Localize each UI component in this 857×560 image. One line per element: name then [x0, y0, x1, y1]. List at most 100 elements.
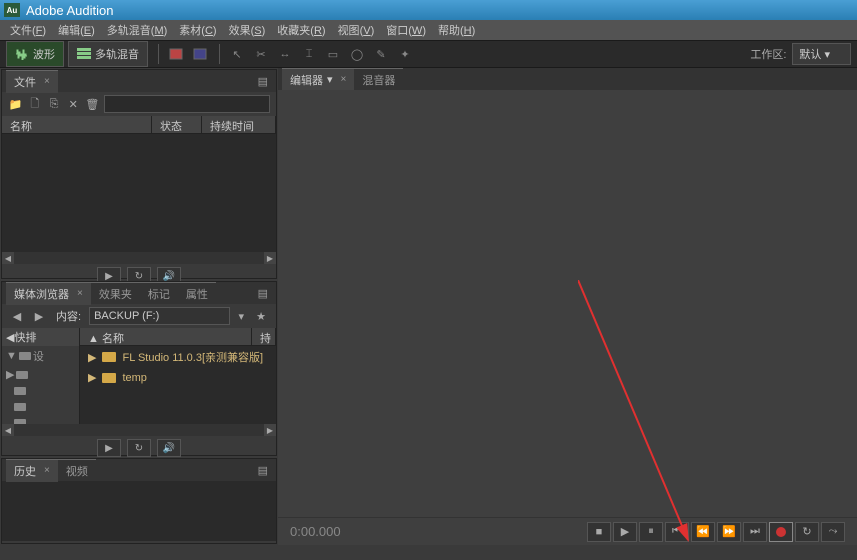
- tree-drive-item[interactable]: ▼ 设: [2, 346, 79, 366]
- menu-favorites[interactable]: 收藏夹(R): [271, 20, 331, 40]
- media-browser-panel: 媒体浏览器× 效果夹 标记 属性 ▤ ◀ ▶ 内容: BACKUP (F:) ▾…: [1, 281, 277, 456]
- pause-button[interactable]: ⏸: [639, 522, 663, 542]
- files-panel: 文件× ▤ 📁 🗋 ⎘ ✕ 🗑 🔍 名称 状态 持续时间: [1, 69, 277, 279]
- close-tab-icon[interactable]: ×: [44, 465, 50, 476]
- favorite-icon[interactable]: ★: [252, 307, 270, 325]
- files-hscroll[interactable]: ◀ ▶: [2, 252, 276, 264]
- waveform-icon: [15, 48, 29, 60]
- tool-marquee[interactable]: ▭: [322, 44, 344, 64]
- record-icon: [776, 527, 786, 537]
- loop-button[interactable]: ↻: [795, 522, 819, 542]
- tool-spectral-freq[interactable]: [165, 44, 187, 64]
- files-tab[interactable]: 文件×: [6, 70, 58, 93]
- tool-time-select[interactable]: ⌶: [298, 44, 320, 64]
- list-item[interactable]: ▶ temp: [80, 368, 276, 387]
- open-file-icon[interactable]: 📁: [8, 95, 23, 113]
- multitrack-icon: [77, 48, 91, 60]
- list-item[interactable]: ▶ FL Studio 11.0.3[亲测兼容版]: [80, 346, 276, 368]
- col-hold[interactable]: 持: [252, 328, 276, 345]
- tool-spectral-pitch[interactable]: [189, 44, 211, 64]
- scroll-right-icon[interactable]: ▶: [264, 424, 276, 436]
- tool-brush[interactable]: ✎: [370, 44, 392, 64]
- panel-menu-icon[interactable]: ▤: [254, 464, 272, 477]
- menu-clip[interactable]: 素材(C): [173, 20, 222, 40]
- files-search-input[interactable]: [104, 95, 270, 113]
- content-label: 内容:: [52, 308, 85, 324]
- timecode-display[interactable]: 0:00.000: [290, 524, 341, 539]
- media-browser-tab[interactable]: 媒体浏览器×: [6, 282, 91, 305]
- multitrack-view-button[interactable]: 多轨混音: [68, 41, 148, 67]
- window-titlebar: Au Adobe Audition: [0, 0, 857, 20]
- transport-bar: 0:00.000 ■ ▶ ⏸ ⏮ ⏪ ⏩ ⏭ ↻ ⤳: [278, 517, 857, 545]
- tool-lasso[interactable]: ◯: [346, 44, 368, 64]
- col-name[interactable]: ▲ 名称: [80, 328, 252, 345]
- workspace-label: 工作区:: [750, 46, 786, 62]
- autoplay-button[interactable]: 🔊: [157, 439, 181, 457]
- close-tab-icon[interactable]: ×: [341, 74, 347, 85]
- tree-drive-item[interactable]: [2, 415, 79, 424]
- effects-rack-tab[interactable]: 效果夹: [91, 282, 140, 305]
- close-tab-icon[interactable]: ×: [77, 288, 83, 299]
- skip-selection-button[interactable]: ⤳: [821, 522, 845, 542]
- files-list[interactable]: [2, 134, 276, 252]
- browser-hscroll[interactable]: ◀ ▶: [2, 424, 276, 436]
- stop-button[interactable]: ■: [587, 522, 611, 542]
- go-start-button[interactable]: ⏮: [665, 522, 689, 542]
- video-tab[interactable]: 视频: [58, 459, 96, 482]
- col-duration[interactable]: 持续时间: [202, 116, 276, 133]
- record-button[interactable]: [769, 522, 793, 542]
- play-button[interactable]: ▶: [613, 522, 637, 542]
- menu-file[interactable]: 文件(F): [4, 20, 52, 40]
- rewind-button[interactable]: ⏪: [691, 522, 715, 542]
- trash-icon[interactable]: 🗑: [85, 95, 100, 113]
- tool-spot-heal[interactable]: ✦: [394, 44, 416, 64]
- toolbar-separator: [158, 44, 159, 64]
- properties-tab[interactable]: 属性: [178, 282, 216, 305]
- col-status[interactable]: 状态: [152, 116, 202, 133]
- back-icon[interactable]: ◀: [8, 307, 26, 325]
- browser-file-list[interactable]: ▶ FL Studio 11.0.3[亲测兼容版] ▶ temp: [80, 346, 276, 424]
- scroll-left-icon[interactable]: ◀: [2, 252, 14, 264]
- go-end-button[interactable]: ⏭: [743, 522, 767, 542]
- mixer-tab[interactable]: 混音器: [354, 68, 403, 91]
- loop-preview-button[interactable]: ↻: [127, 439, 151, 457]
- history-list[interactable]: [2, 481, 276, 541]
- tree-drive-item[interactable]: [2, 399, 79, 415]
- main-toolbar: 波形 多轨混音 ↖ ✂ ↔ ⌶ ▭ ◯ ✎ ✦ 工作区: 默认 ▾: [0, 40, 857, 68]
- fast-forward-button[interactable]: ⏩: [717, 522, 741, 542]
- tool-slip[interactable]: ↔: [274, 44, 296, 64]
- panel-menu-icon[interactable]: ▤: [254, 287, 272, 300]
- tree-drive-item[interactable]: ▶: [2, 366, 79, 383]
- close-tab-icon[interactable]: ×: [44, 76, 50, 87]
- menu-view[interactable]: 视图(V): [332, 20, 381, 40]
- new-file-icon[interactable]: 🗋: [27, 95, 42, 113]
- editor-tab[interactable]: 编辑器 ▾×: [282, 68, 354, 91]
- menu-help[interactable]: 帮助(H): [432, 20, 481, 40]
- menu-effects[interactable]: 效果(S): [223, 20, 272, 40]
- markers-tab[interactable]: 标记: [140, 282, 178, 305]
- close-icon[interactable]: ✕: [66, 95, 81, 113]
- content-path-dropdown[interactable]: BACKUP (F:): [89, 307, 230, 325]
- editor-canvas[interactable]: [278, 90, 857, 517]
- tool-move[interactable]: ↖: [226, 44, 248, 64]
- workspace-dropdown[interactable]: 默认 ▾: [792, 43, 851, 65]
- menu-multitrack[interactable]: 多轨混音(M): [101, 20, 174, 40]
- panel-menu-icon[interactable]: ▤: [254, 75, 272, 88]
- chevron-down-icon[interactable]: ▾: [234, 310, 248, 323]
- waveform-view-button[interactable]: 波形: [6, 41, 64, 67]
- forward-icon[interactable]: ▶: [30, 307, 48, 325]
- play-preview-button[interactable]: ▶: [97, 439, 121, 457]
- import-icon[interactable]: ⎘: [46, 95, 61, 113]
- menu-edit[interactable]: 编辑(E): [52, 20, 101, 40]
- drive-icon: [14, 419, 26, 424]
- folder-icon: [102, 373, 116, 383]
- menu-window[interactable]: 窗口(W): [380, 20, 432, 40]
- history-panel: 历史× 视频 ▤: [1, 458, 277, 544]
- scroll-right-icon[interactable]: ▶: [264, 252, 276, 264]
- scroll-left-icon[interactable]: ◀: [2, 424, 14, 436]
- tree-header[interactable]: ◀ 快排: [2, 328, 79, 346]
- history-tab[interactable]: 历史×: [6, 459, 58, 482]
- tool-razor[interactable]: ✂: [250, 44, 272, 64]
- tree-drive-item[interactable]: [2, 383, 79, 399]
- col-name[interactable]: 名称: [2, 116, 152, 133]
